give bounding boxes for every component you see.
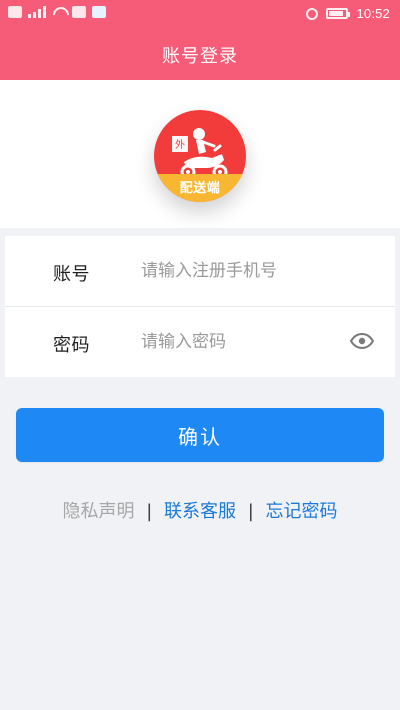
app-icon	[92, 6, 106, 18]
logo-circle: 外 配送端	[154, 110, 246, 202]
alarm-icon	[306, 7, 319, 20]
password-row: 密码	[5, 307, 395, 377]
hd-icon	[8, 6, 22, 18]
logo-banner-text: 配送端	[179, 181, 221, 196]
rider-arm-icon	[201, 140, 216, 148]
wifi-icon	[52, 6, 66, 18]
rider-head-icon	[193, 128, 205, 140]
eye-icon	[350, 333, 374, 349]
app-logo: 外 配送端	[154, 110, 246, 202]
battery-fill	[329, 11, 344, 16]
link-separator: |	[146, 501, 153, 522]
status-left	[8, 6, 106, 18]
toggle-password-visibility-button[interactable]	[349, 331, 375, 351]
status-time: 10:52	[356, 6, 390, 21]
confirm-button[interactable]: 确认	[16, 408, 384, 462]
battery-icon	[326, 8, 351, 19]
password-input[interactable]	[141, 325, 351, 359]
app-icon	[72, 6, 86, 18]
cell-signal-icon	[28, 6, 46, 18]
login-form: 账号 密码	[5, 236, 395, 377]
forgot-password-link[interactable]: 忘记密码	[266, 501, 338, 522]
account-row: 账号	[5, 236, 395, 306]
logo-badge-text: 外	[175, 139, 185, 151]
password-label: 密码	[53, 335, 90, 356]
contact-support-link[interactable]: 联系客服	[164, 501, 236, 522]
status-right: 10:52	[306, 6, 390, 21]
handlebar-icon	[213, 144, 222, 152]
app-header: 10:52 账号登录	[0, 0, 400, 80]
status-bar: 10:52	[0, 0, 400, 30]
privacy-link[interactable]: 隐私声明	[62, 501, 134, 522]
page-title: 账号登录	[162, 46, 238, 67]
account-label: 账号	[53, 264, 90, 285]
footer-links: 隐私声明 | 联系客服 | 忘记密码	[0, 497, 400, 523]
account-input[interactable]	[141, 254, 351, 288]
link-separator: |	[247, 501, 254, 522]
